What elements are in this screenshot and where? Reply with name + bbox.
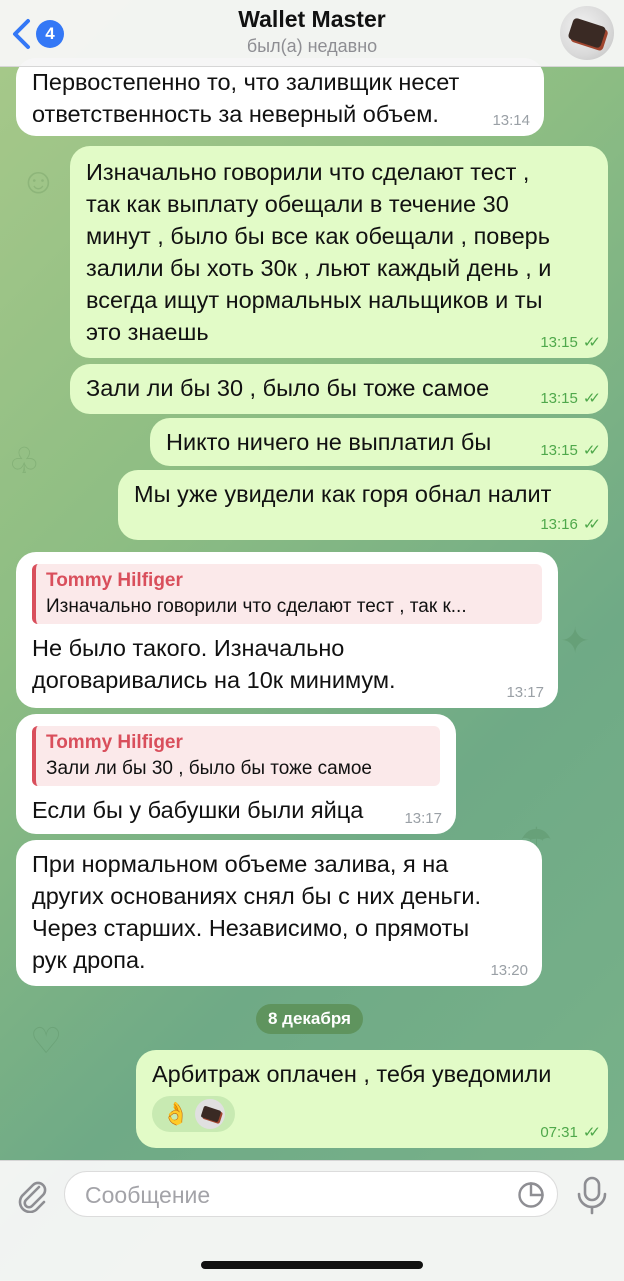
chat-header: 4 Wallet Master был(а) недавно bbox=[0, 0, 624, 67]
message-input[interactable] bbox=[83, 1172, 507, 1218]
reply-preview[interactable]: Tommy Hilfiger Зали ли бы 30 , было бы т… bbox=[32, 726, 440, 786]
message-text: Арбитраж оплачен , тебя уведомили bbox=[152, 1061, 552, 1087]
double-check-icon: ✓✓ bbox=[582, 1124, 601, 1141]
message-bubble-incoming[interactable]: Первостепенно то, что заливщик несет отв… bbox=[16, 58, 544, 136]
message-text: Первостепенно то, что заливщик несет отв… bbox=[32, 69, 460, 127]
reaction-badge[interactable]: 👌 bbox=[152, 1096, 236, 1132]
message-status: 07:31 ✓✓ bbox=[540, 1124, 601, 1142]
double-check-icon: ✓✓ bbox=[582, 334, 601, 351]
message-status: 13:15 ✓✓ bbox=[540, 442, 601, 460]
message-text: Никто ничего не выплатил бы bbox=[166, 429, 492, 455]
message-text: Если бы у бабушки были яйца bbox=[32, 797, 364, 823]
message-text: Изначально говорили что сделают тест , т… bbox=[86, 159, 552, 345]
message-time: 13:17 bbox=[404, 810, 442, 827]
message-time: 13:15 bbox=[540, 390, 578, 407]
message-status: 13:15 ✓✓ bbox=[540, 334, 601, 352]
reply-text: Изначально говорили что сделают тест , т… bbox=[46, 596, 467, 617]
reply-text: Зали ли бы 30 , было бы тоже самое bbox=[46, 758, 372, 779]
chat-status: был(а) недавно bbox=[246, 36, 378, 56]
message-bubble-outgoing[interactable]: Никто ничего не выплатил бы 13:15 ✓✓ bbox=[150, 418, 608, 466]
sticker-icon[interactable] bbox=[517, 1181, 545, 1209]
wallet-icon bbox=[567, 17, 607, 49]
message-bubble-outgoing[interactable]: Изначально говорили что сделают тест , т… bbox=[70, 146, 608, 358]
doodle-icon: ☺ bbox=[20, 160, 57, 201]
message-text: При нормальном объеме залива, я на други… bbox=[32, 851, 481, 973]
reply-author: Tommy Hilfiger bbox=[46, 732, 183, 753]
double-check-icon: ✓✓ bbox=[582, 442, 601, 459]
microphone-icon bbox=[577, 1176, 607, 1215]
message-bubble-outgoing[interactable]: Зали ли бы 30 , было бы тоже самое 13:15… bbox=[70, 364, 608, 414]
message-bubble-incoming[interactable]: При нормальном объеме залива, я на други… bbox=[16, 840, 542, 986]
doodle-icon: ♡ bbox=[30, 1020, 63, 1061]
avatar[interactable] bbox=[560, 6, 614, 60]
message-time: 13:17 bbox=[506, 684, 544, 701]
message-bubble-outgoing[interactable]: Арбитраж оплачен , тебя уведомили 👌 07:3… bbox=[136, 1050, 608, 1148]
avatar bbox=[195, 1099, 226, 1129]
message-bubble-outgoing[interactable]: Мы уже увидели как горя обнал налит 13:1… bbox=[118, 470, 608, 540]
message-time: 07:31 bbox=[540, 1124, 578, 1141]
home-indicator bbox=[201, 1261, 423, 1269]
doodle-icon: ♧ bbox=[8, 440, 41, 481]
message-time: 13:16 bbox=[540, 516, 578, 533]
double-check-icon: ✓✓ bbox=[582, 516, 601, 533]
message-text: Не было такого. Изначально договаривалис… bbox=[32, 635, 396, 693]
doodle-icon: ✦ bbox=[560, 620, 591, 661]
reply-author: Tommy Hilfiger bbox=[46, 570, 183, 591]
message-input-wrapper bbox=[64, 1171, 558, 1218]
message-status: 13:16 ✓✓ bbox=[540, 516, 601, 534]
chat-title[interactable]: Wallet Master bbox=[0, 6, 624, 33]
message-bubble-incoming[interactable]: Tommy Hilfiger Зали ли бы 30 , было бы т… bbox=[16, 714, 456, 834]
message-time: 13:14 bbox=[492, 112, 530, 129]
date-separator: 8 декабря bbox=[256, 1004, 363, 1034]
message-time: 13:20 bbox=[490, 962, 528, 979]
ok-hand-icon: 👌 bbox=[162, 1101, 190, 1126]
voice-message-button[interactable] bbox=[574, 1175, 610, 1215]
message-time: 13:15 bbox=[540, 442, 578, 459]
paperclip-icon bbox=[18, 1181, 47, 1214]
message-bubble-incoming[interactable]: Tommy Hilfiger Изначально говорили что с… bbox=[16, 552, 558, 708]
reply-preview[interactable]: Tommy Hilfiger Изначально говорили что с… bbox=[32, 564, 542, 624]
message-text: Мы уже увидели как горя обнал налит bbox=[134, 481, 552, 507]
double-check-icon: ✓✓ bbox=[582, 390, 601, 407]
message-status: 13:15 ✓✓ bbox=[540, 390, 601, 408]
message-text: Зали ли бы 30 , было бы тоже самое bbox=[86, 375, 490, 401]
attach-button[interactable] bbox=[14, 1177, 50, 1214]
message-time: 13:15 bbox=[540, 334, 578, 351]
